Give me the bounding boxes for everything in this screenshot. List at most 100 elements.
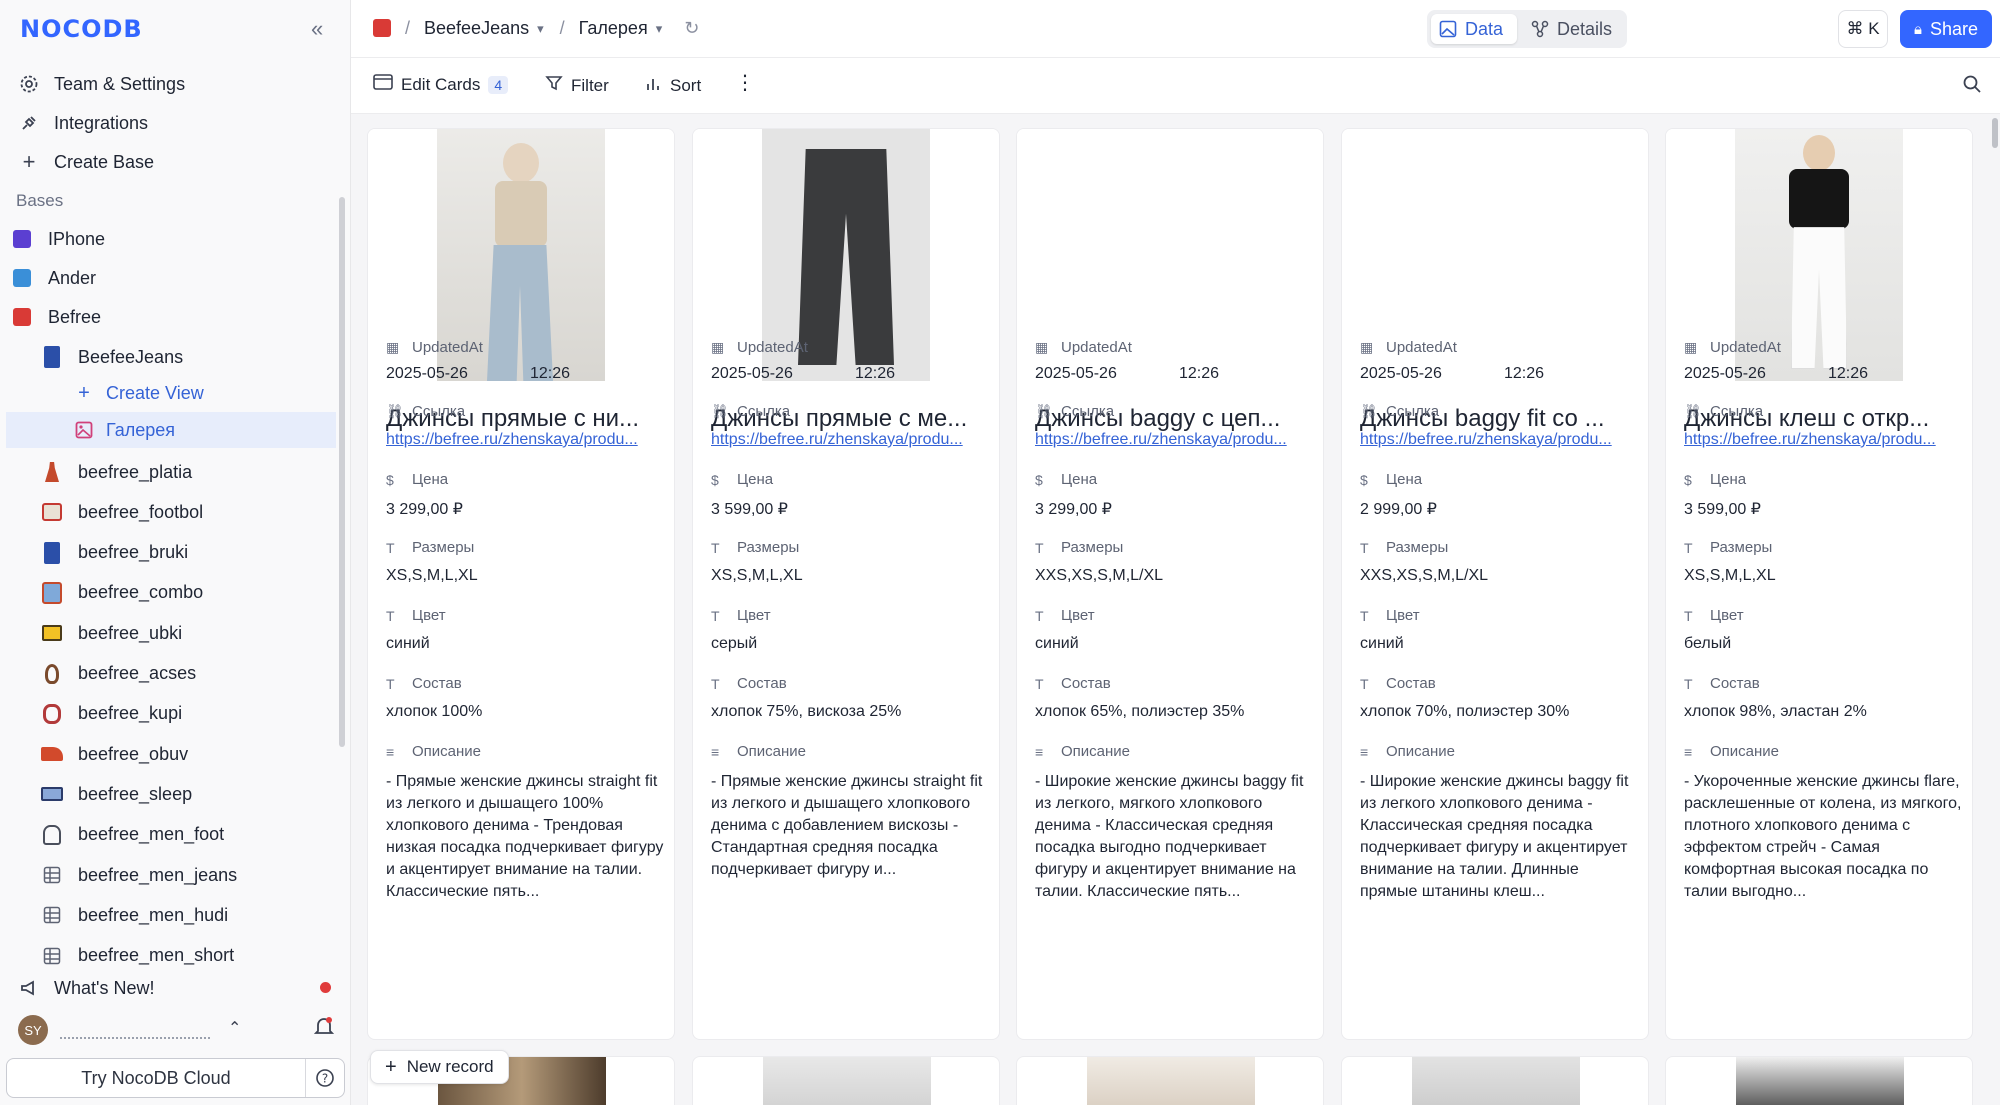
collapse-sidebar-icon[interactable]: « <box>311 16 323 42</box>
nocodb-logo[interactable]: NOCODB <box>20 14 143 44</box>
edit-cards-button[interactable]: Edit Cards 4 <box>373 74 509 95</box>
field-name: Цвет <box>1061 607 1095 624</box>
gallery-card[interactable] <box>1341 1056 1649 1105</box>
longtext-icon: ≡ <box>386 743 395 760</box>
sidebar-item-beefree_men_short[interactable]: beefree_men_short <box>40 938 336 974</box>
price-value: 3 299,00 ₽ <box>1035 501 1112 518</box>
gallery-card[interactable] <box>1665 1056 1973 1105</box>
team-settings-item[interactable]: Team & Settings <box>8 66 338 102</box>
sidebar-item-beefree_sleep[interactable]: beefree_sleep <box>40 776 336 812</box>
sidebar-item-beefree_acses[interactable]: beefree_acses <box>40 656 336 692</box>
gallery-card[interactable]: Джинсы прямые с ме... ▦ UpdatedAt ⛓ Ссылка $ Ц… <box>692 128 1000 1040</box>
field-name: Цвет <box>737 607 771 624</box>
gallery-card[interactable]: Джинсы прямые с ни... ▦ UpdatedAt ⛓ Ссылка $ Ц… <box>367 128 675 1040</box>
view-gallery[interactable]: Галерея <box>6 412 336 448</box>
gallery-scrollbar[interactable] <box>1992 118 1998 148</box>
link-value[interactable]: https://befree.ru/zhenskaya/produ... <box>1035 431 1307 449</box>
color-value: синий <box>1035 635 1079 652</box>
updated-time: 12:26 <box>530 365 571 382</box>
sidebar-item-beefree_men_foot[interactable]: beefree_men_foot <box>40 817 336 853</box>
calendar-icon: ▦ <box>1035 339 1049 355</box>
grid-icon <box>40 903 64 927</box>
sizes-value: XS,S,M,L,XL <box>1684 567 1776 584</box>
link-icon: ⛓ <box>711 403 729 419</box>
sidebar-item-beefree_obuv[interactable]: beefree_obuv <box>40 736 336 772</box>
field-name: Описание <box>1061 743 1131 760</box>
reload-icon[interactable]: ↻ <box>684 18 699 39</box>
gallery-card[interactable]: Джинсы клеш с откр... ▦ UpdatedAt ⛓ Ссылка $ Ц… <box>1665 128 1973 1040</box>
sidebar-item-beefree_combo[interactable]: beefree_combo <box>40 575 336 611</box>
description-value: - Прямые женские джинсы straight fit из … <box>711 773 983 878</box>
field-label-description: ≡ Описание <box>1035 743 1130 760</box>
product-image[interactable] <box>1736 1057 1904 1105</box>
breadcrumb-view[interactable]: Галерея <box>579 18 648 39</box>
gallery-card[interactable] <box>1016 1056 1324 1105</box>
bell-icon[interactable] <box>313 1016 335 1043</box>
link-value[interactable]: https://befree.ru/zhenskaya/produ... <box>711 431 983 449</box>
sidebar-item-beefree_men_hudi[interactable]: beefree_men_hudi <box>40 897 336 933</box>
tab-details[interactable]: Details <box>1523 14 1623 44</box>
sidebar-item-beefree_men_jeans[interactable]: beefree_men_jeans <box>40 857 336 893</box>
breadcrumb-table[interactable]: BeefeeJeans <box>424 18 529 39</box>
dollar-icon: $ <box>711 471 719 488</box>
integrations-item[interactable]: Integrations <box>8 105 338 141</box>
whats-new-item[interactable]: What's New! <box>8 970 338 1006</box>
gallery-card[interactable] <box>692 1056 1000 1105</box>
help-icon[interactable]: ? <box>306 1068 344 1088</box>
color-value: серый <box>711 635 758 652</box>
try-cloud-button[interactable]: Try NocoDB Cloud ? <box>6 1058 345 1098</box>
command-k-button[interactable]: ⌘ K <box>1838 10 1888 48</box>
avatar[interactable]: SY <box>18 1015 48 1045</box>
chevron-down-icon[interactable]: ▾ <box>537 21 544 37</box>
sidebar-item-beefree_platia[interactable]: beefree_platia <box>40 454 336 490</box>
field-label-composition: T Состав <box>1684 675 1760 692</box>
product-image[interactable] <box>1087 1057 1255 1105</box>
field-name: Цвет <box>1386 607 1420 624</box>
gallery-card[interactable]: Джинсы baggy с цеп... ▦ UpdatedAt ⛓ Ссылка $ Ц… <box>1016 128 1324 1040</box>
share-button[interactable]: 🔒︎ Share <box>1900 10 1992 48</box>
tab-data[interactable]: Data <box>1431 14 1517 44</box>
field-name: Состав <box>1710 675 1760 692</box>
link-value[interactable]: https://befree.ru/zhenskaya/produ... <box>1360 431 1632 449</box>
sizes-value: XS,S,M,L,XL <box>711 567 803 584</box>
create-base-item[interactable]: + Create Base <box>8 144 338 180</box>
base-befree[interactable]: Befree <box>10 299 336 335</box>
field-label-composition: T Состав <box>386 675 462 692</box>
chevron-down-icon[interactable]: ▾ <box>656 21 663 37</box>
base-iphone[interactable]: IPhone <box>10 221 336 257</box>
jacket-icon <box>40 581 64 605</box>
create-view-item[interactable]: + Create View <box>72 375 336 411</box>
field-label-updated: ▦ UpdatedAt <box>386 339 483 356</box>
lock-icon: 🔒︎ <box>1913 20 1922 38</box>
network-icon <box>1531 20 1549 38</box>
base-label: Befree <box>48 306 102 327</box>
search-icon[interactable] <box>1962 74 1982 94</box>
updated-date: 2025-05-26 <box>386 365 468 382</box>
filter-button[interactable]: Filter <box>545 74 609 97</box>
edit-cards-count: 4 <box>488 75 509 94</box>
base-ander[interactable]: Ander <box>10 260 336 296</box>
sidebar-scrollbar[interactable] <box>339 197 345 747</box>
link-value[interactable]: https://befree.ru/zhenskaya/produ... <box>386 431 658 449</box>
more-options-icon[interactable]: ⋮ <box>735 70 755 95</box>
field-label-price: $ Цена <box>1360 471 1422 488</box>
product-image[interactable] <box>763 1057 931 1105</box>
table-label: beefree_men_foot <box>78 824 225 845</box>
sizes-value: XXS,XS,S,M,L/XL <box>1360 567 1489 584</box>
sidebar-item-beefree_bruki[interactable]: beefree_bruki <box>40 535 336 571</box>
product-image[interactable] <box>1412 1057 1580 1105</box>
sidebar-item-beefree_kupi[interactable]: beefree_kupi <box>40 696 336 732</box>
sidebar-item-beefree_ubki[interactable]: beefree_ubki <box>40 615 336 651</box>
user-name-redacted[interactable] <box>60 1025 210 1039</box>
sidebar-item-beefree_footbol[interactable]: beefree_footbol <box>40 494 336 530</box>
new-record-button[interactable]: + New record <box>370 1050 509 1084</box>
field-label-updated: ▦ UpdatedAt <box>1360 339 1457 356</box>
text-icon: T <box>1035 675 1044 692</box>
chevron-up-icon[interactable]: ⌃ <box>228 1018 241 1038</box>
gallery-card[interactable]: Джинсы baggy fit со ... ▦ UpdatedAt ⛓ Ссылка… <box>1341 128 1649 1040</box>
field-name: Состав <box>1061 675 1111 692</box>
field-name: Состав <box>412 675 462 692</box>
link-value[interactable]: https://befree.ru/zhenskaya/produ... <box>1684 431 1956 449</box>
sort-button[interactable]: Sort <box>644 74 701 97</box>
table-beefeejeans[interactable]: BeefeeJeans <box>40 339 336 375</box>
